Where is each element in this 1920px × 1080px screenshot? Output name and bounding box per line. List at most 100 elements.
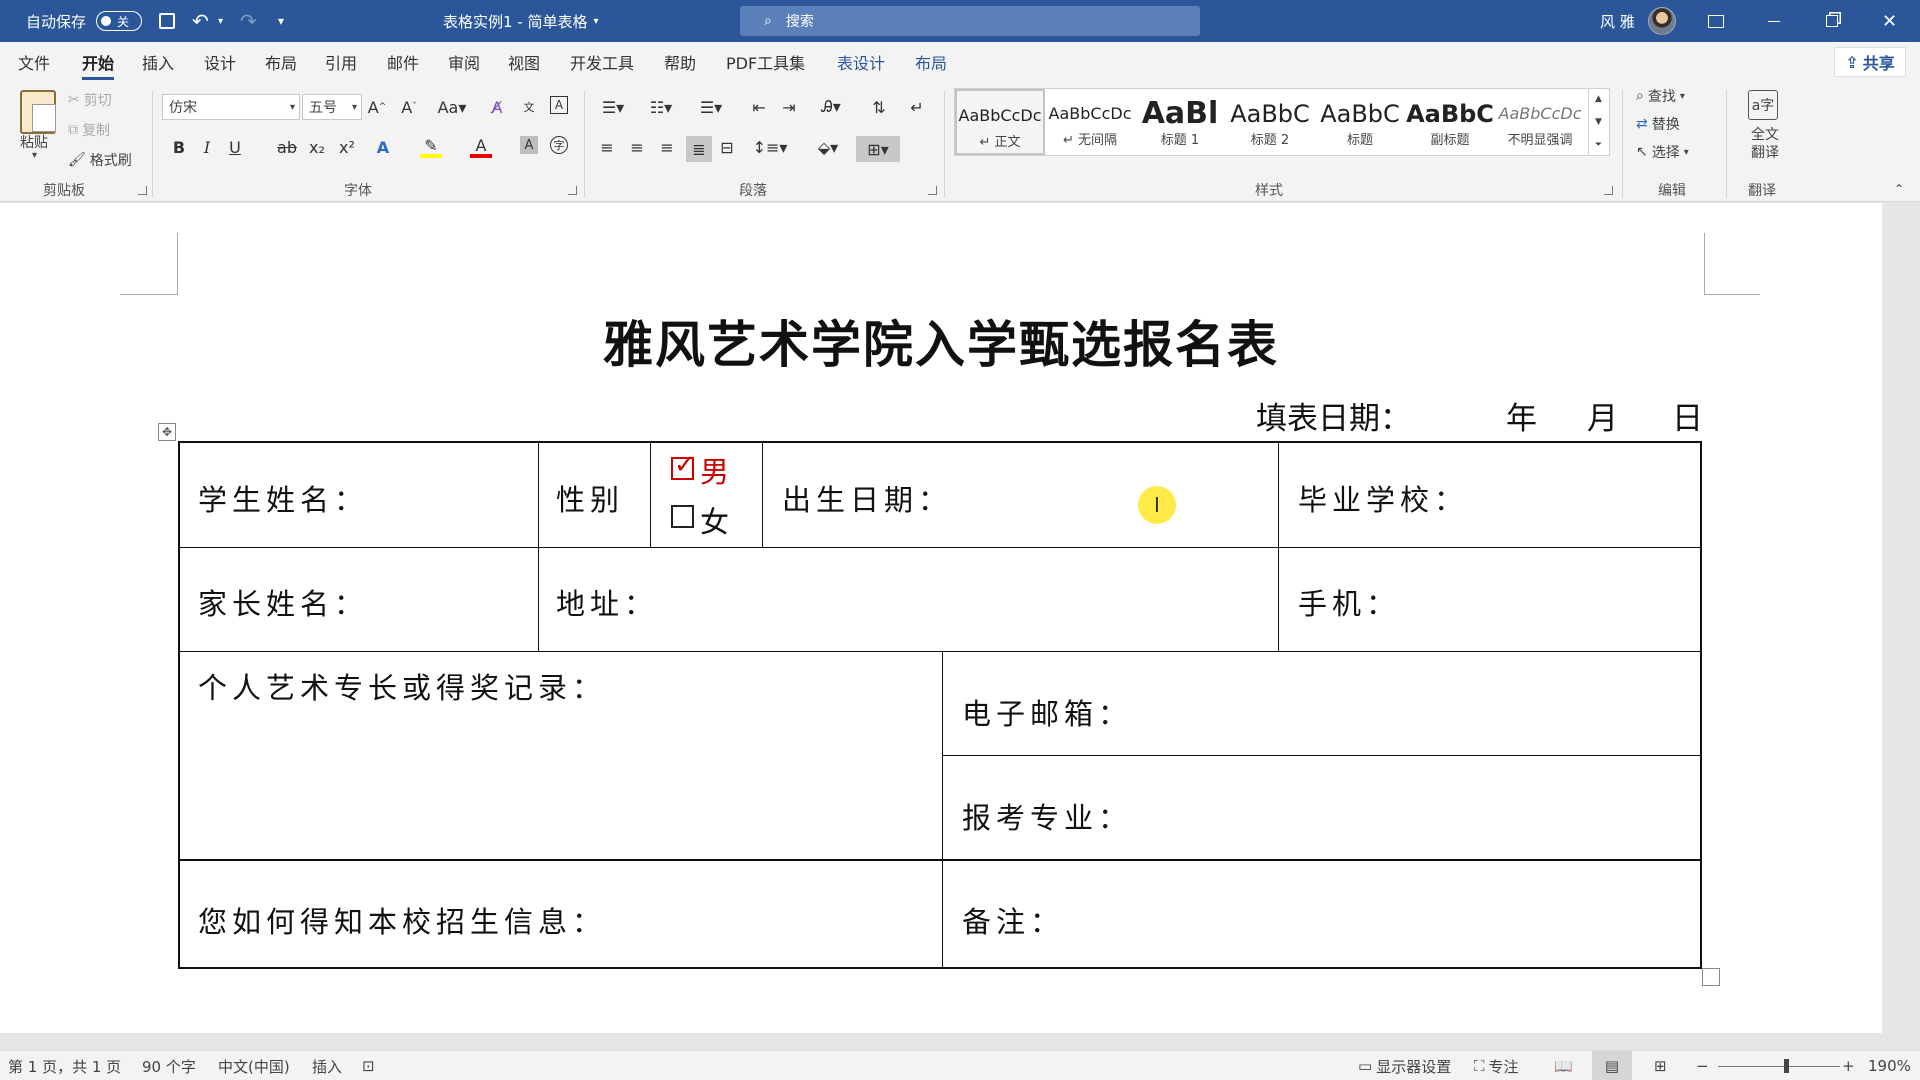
numbering-icon[interactable]: ☷▾	[644, 96, 678, 118]
enclose-characters-icon[interactable]: 字	[550, 136, 568, 154]
bullets-icon[interactable]: ☰▾	[596, 96, 630, 118]
style-heading-2[interactable]: AaBbC 标题 2	[1225, 89, 1315, 155]
zoom-in-icon[interactable]: +	[1842, 1051, 1855, 1080]
style-title[interactable]: AaBbC 标题	[1315, 89, 1405, 155]
focus-button[interactable]: ⛶ 专注	[1474, 1051, 1519, 1080]
word-count[interactable]: 90 个字	[142, 1051, 196, 1080]
font-size-select[interactable]: 五号 ▾	[302, 94, 362, 120]
align-right-icon[interactable]: ≡	[656, 136, 678, 158]
student-name-label[interactable]: 学生姓名：	[198, 477, 368, 519]
chinese-layout-icon[interactable]: Ꭿ▾	[814, 96, 848, 118]
tab-mailings[interactable]: 邮件	[387, 42, 419, 82]
distributed-icon[interactable]: ⊟	[716, 136, 738, 158]
avatar[interactable]	[1648, 7, 1676, 35]
email-label[interactable]: 电子邮箱：	[962, 691, 1132, 733]
clear-formatting-icon[interactable]: A̸	[486, 96, 508, 118]
search-input[interactable]: ⌕ 搜索	[740, 6, 1200, 36]
tab-view[interactable]: 视图	[508, 42, 540, 82]
shrink-font-icon[interactable]: Aˇ	[398, 96, 420, 118]
tab-review[interactable]: 审阅	[448, 42, 480, 82]
styles-launcher-icon[interactable]	[1604, 186, 1613, 195]
full-translate-button[interactable]: 全文翻译	[1748, 126, 1782, 162]
table-resize-handle[interactable]	[1702, 968, 1720, 986]
borders-icon[interactable]: ⊞▾	[856, 136, 900, 162]
more-styles-icon[interactable]: ⏷	[1595, 140, 1602, 150]
tab-design[interactable]: 设计	[204, 42, 236, 82]
paste-icon[interactable]	[20, 90, 56, 134]
style-subtitle[interactable]: AaBbC 副标题	[1405, 89, 1495, 155]
tab-file[interactable]: 文件	[18, 42, 50, 82]
strikethrough-icon[interactable]: ab	[276, 136, 298, 158]
male-checkbox[interactable]	[671, 450, 696, 480]
decrease-indent-icon[interactable]: ⇤	[748, 96, 770, 118]
language-status[interactable]: 中文(中国)	[218, 1051, 290, 1080]
chevron-up-icon[interactable]: ▲	[1595, 94, 1602, 104]
tab-home[interactable]: 开始	[82, 42, 115, 82]
subscript-icon[interactable]: x₂	[306, 136, 328, 158]
multilevel-list-icon[interactable]: ☰▾	[694, 96, 728, 118]
copy-button[interactable]: ⧉ 复制	[68, 120, 110, 140]
web-layout-icon[interactable]: ⊞	[1654, 1051, 1667, 1080]
major-label[interactable]: 报考专业：	[962, 795, 1132, 837]
underline-icon[interactable]: U	[224, 136, 246, 158]
read-mode-icon[interactable]: 📖	[1554, 1051, 1573, 1080]
style-normal[interactable]: AaBbCcDc ↵ 正文	[955, 89, 1045, 155]
tab-references[interactable]: 引用	[325, 42, 357, 82]
line-spacing-icon[interactable]: ↕≡▾	[752, 136, 788, 158]
customize-quick-access-icon[interactable]: ▾	[278, 0, 284, 42]
clipboard-launcher-icon[interactable]	[138, 186, 147, 195]
zoom-level[interactable]: 190%	[1868, 1051, 1911, 1080]
redo-icon[interactable]: ↷	[240, 0, 257, 42]
registration-table[interactable]: 学生姓名： 性别 男 女 出生日期： 毕业学校： 家长姓名： 地址： 手机： 个…	[178, 441, 1702, 969]
find-button[interactable]: ⌕ 查找 ▾	[1636, 86, 1685, 106]
save-icon[interactable]	[156, 0, 178, 42]
superscript-icon[interactable]: x²	[336, 136, 358, 158]
display-settings-button[interactable]: ▭ 显示器设置	[1358, 1051, 1451, 1080]
style-no-spacing[interactable]: AaBbCcDc ↵ 无间隔	[1045, 89, 1135, 155]
collapse-ribbon-icon[interactable]: ⌃	[1894, 182, 1904, 196]
school-label[interactable]: 毕业学校：	[1298, 477, 1468, 519]
grow-font-icon[interactable]: A ^	[366, 96, 388, 118]
sort-icon[interactable]: ⇅	[868, 96, 890, 118]
birth-date-label[interactable]: 出生日期：	[782, 477, 952, 519]
select-button[interactable]: ↖ 选择 ▾	[1636, 142, 1689, 162]
page-count[interactable]: 第 1 页，共 1 页	[8, 1051, 121, 1080]
shading-icon[interactable]: ⬙▾	[810, 136, 846, 158]
undo-dropdown-icon[interactable]: ▾	[218, 0, 223, 42]
styles-gallery-scroll[interactable]: ▲ ▼ ⏷	[1588, 88, 1608, 156]
align-left-icon[interactable]: ≡	[596, 136, 618, 158]
restore-icon[interactable]	[1826, 0, 1838, 42]
parent-name-label[interactable]: 家长姓名：	[198, 581, 368, 623]
user-name[interactable]: 风 雅	[1600, 0, 1635, 42]
change-case-icon[interactable]: Aa▾	[434, 96, 470, 118]
bold-icon[interactable]: B	[168, 136, 190, 158]
close-icon[interactable]: ✕	[1882, 0, 1897, 42]
document-page[interactable]: 雅风艺术学院入学甄选报名表 填表日期： 年 月 日 ✥ 学生姓名： 性别 男 女…	[0, 203, 1882, 1033]
font-name-select[interactable]: 仿宋 ▾	[162, 94, 300, 120]
female-checkbox[interactable]	[671, 505, 694, 528]
character-border-icon[interactable]: A	[550, 96, 568, 114]
replace-button[interactable]: ⇄ 替换	[1636, 114, 1680, 134]
zoom-slider-thumb[interactable]	[1784, 1059, 1789, 1073]
art-record-label[interactable]: 个人艺术专长或得奖记录：	[198, 665, 606, 707]
remarks-label[interactable]: 备注：	[962, 899, 1064, 941]
paste-dropdown-icon[interactable]: ▾	[32, 150, 37, 161]
text-effects-icon[interactable]: A	[372, 136, 394, 158]
document-title[interactable]: 表格实例1 - 简单表格 ▾	[443, 0, 599, 42]
zoom-out-icon[interactable]: −	[1696, 1051, 1709, 1080]
italic-icon[interactable]: I	[196, 136, 218, 158]
info-source-label[interactable]: 您如何得知本校招生信息：	[198, 899, 606, 941]
insert-mode-status[interactable]: 插入	[312, 1051, 342, 1080]
style-subtle-emphasis[interactable]: AaBbCcDc 不明显强调	[1495, 89, 1585, 155]
show-formatting-icon[interactable]: ↵	[906, 96, 928, 118]
justify-icon[interactable]: ≣	[686, 136, 712, 162]
tab-help[interactable]: 帮助	[664, 42, 696, 82]
document-area[interactable]: 雅风艺术学院入学甄选报名表 填表日期： 年 月 日 ✥ 学生姓名： 性别 男 女…	[0, 203, 1920, 1033]
undo-icon[interactable]: ↶	[192, 0, 209, 42]
character-shading-icon[interactable]: A	[520, 136, 538, 154]
paragraph-launcher-icon[interactable]	[928, 186, 937, 195]
autosave-switch[interactable]: 关	[96, 11, 143, 31]
address-label[interactable]: 地址：	[556, 581, 658, 623]
tab-table-layout[interactable]: 布局	[915, 42, 947, 82]
macro-record-icon[interactable]: ⊡	[362, 1051, 375, 1080]
